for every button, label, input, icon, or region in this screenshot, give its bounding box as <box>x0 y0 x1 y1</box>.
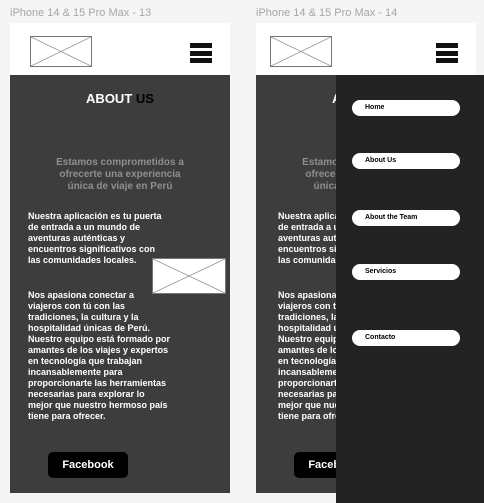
image-placeholder <box>152 258 226 294</box>
paragraph-mission: Nos apasiona conectar a viajeros con tú … <box>28 290 171 421</box>
hamburger-menu-icon[interactable] <box>190 43 212 63</box>
placeholder-cross-icon <box>271 37 331 66</box>
logo-placeholder <box>270 36 332 67</box>
paragraph-intro: Nuestra aplicación es tu puerta de entra… <box>28 211 162 265</box>
side-menu-panel: Home About Us About the Team Servicios C… <box>336 75 484 503</box>
page-title: ABOUT US <box>86 91 154 106</box>
placeholder-cross-icon <box>153 259 225 293</box>
about-section: ABOUT US Estamos comprometidos a ofrecer… <box>10 75 230 493</box>
header <box>10 23 230 75</box>
logo-placeholder <box>30 36 92 67</box>
hamburger-menu-icon[interactable] <box>436 43 458 63</box>
placeholder-cross-icon <box>31 37 91 66</box>
frame-label-14: iPhone 14 & 15 Pro Max - 14 <box>256 7 398 19</box>
subtitle: Estamos comprometidos a ofrecerte una ex… <box>56 157 184 192</box>
menu-item-about-team[interactable]: About the Team <box>352 210 460 226</box>
frame-label-13: iPhone 14 & 15 Pro Max - 13 <box>10 7 152 19</box>
menu-item-home[interactable]: Home <box>352 100 460 116</box>
menu-item-servicios[interactable]: Servicios <box>352 264 460 280</box>
phone-frame-13: ABOUT US Estamos comprometidos a ofrecer… <box>10 23 230 493</box>
header <box>256 23 476 75</box>
menu-item-about-us[interactable]: About Us <box>352 153 460 169</box>
facebook-button[interactable]: Facebook <box>48 452 128 478</box>
menu-item-contacto[interactable]: Contacto <box>352 330 460 346</box>
